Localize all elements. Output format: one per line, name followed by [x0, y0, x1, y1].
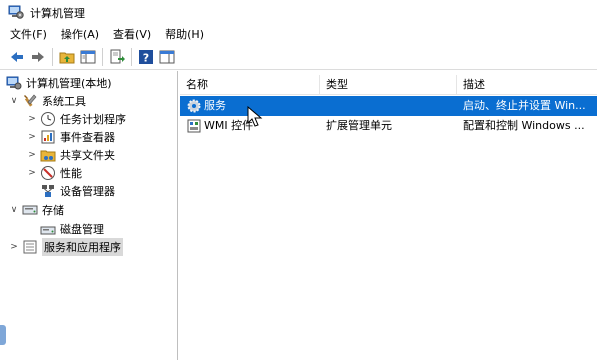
- computer-management-icon: [8, 5, 24, 19]
- show-hide-tree-button[interactable]: [79, 48, 97, 66]
- help-icon: ?: [139, 49, 153, 64]
- tree-item-event-viewer[interactable]: > 事件查看器: [26, 128, 115, 146]
- tree-item-label: 计算机管理(本地): [26, 77, 112, 90]
- cell-type: 扩展管理单元: [326, 119, 392, 132]
- toolbar-separator: [52, 47, 53, 66]
- tree-item-performance[interactable]: > 性能: [26, 164, 82, 182]
- tree-item-device-manager[interactable]: 设备管理器: [40, 182, 115, 200]
- window-title: 计算机管理: [30, 7, 85, 20]
- performance-icon: [40, 165, 56, 181]
- export-list-icon: [110, 49, 125, 63]
- chevron-right-icon[interactable]: >: [26, 150, 38, 160]
- export-list-button[interactable]: [108, 48, 126, 66]
- forward-button[interactable]: [29, 48, 47, 66]
- storage-icon: [22, 202, 38, 218]
- computer-management-icon: [6, 75, 22, 91]
- chevron-right-icon[interactable]: >: [26, 114, 38, 124]
- wmi-control-icon: [187, 119, 201, 133]
- cell-type: [326, 96, 454, 116]
- list-item-services[interactable]: 服务 启动、终止并设置 Win...: [180, 96, 597, 116]
- console-tree: 计算机管理(本地) ∨ 系统工具 > 任务计划程序 > 事件查看器 > 共享文件…: [0, 71, 178, 360]
- chevron-down-icon[interactable]: ∨: [8, 205, 20, 215]
- tree-item-shared-folders[interactable]: > 共享文件夹: [26, 146, 115, 164]
- toolbar: ?: [0, 44, 597, 70]
- properties-icon: [159, 50, 175, 63]
- forward-arrow-icon: [32, 51, 44, 62]
- up-level-button[interactable]: [58, 48, 76, 66]
- tree-item-label: 系统工具: [42, 95, 86, 108]
- chevron-right-icon[interactable]: >: [8, 242, 20, 252]
- up-folder-icon: [59, 52, 75, 63]
- services-apps-icon: [22, 239, 38, 255]
- shared-folder-icon: [40, 147, 56, 163]
- tree-item-label: 存储: [42, 204, 64, 217]
- menu-action[interactable]: 操作(A): [61, 24, 99, 44]
- tree-item-system-tools[interactable]: ∨ 系统工具: [8, 92, 86, 110]
- gear-icon: [187, 99, 201, 113]
- properties-button[interactable]: [158, 48, 176, 66]
- toolbar-separator: [131, 47, 132, 66]
- cell-description: 配置和控制 Windows ...: [463, 119, 585, 132]
- column-header-description[interactable]: 描述: [457, 75, 597, 95]
- tree-item-root[interactable]: 计算机管理(本地): [6, 74, 112, 92]
- svg-text:?: ?: [143, 51, 149, 64]
- tree-item-label: 设备管理器: [60, 185, 115, 198]
- help-button[interactable]: ?: [137, 48, 155, 66]
- mouse-cursor-icon: [247, 106, 263, 127]
- show-hide-tree-icon: [80, 50, 96, 63]
- tree-item-storage[interactable]: ∨ 存储: [8, 201, 64, 219]
- title-bar: 计算机管理: [0, 0, 597, 24]
- back-arrow-icon: [11, 51, 23, 62]
- cell-description: 启动、终止并设置 Win...: [463, 99, 586, 112]
- menu-help[interactable]: 帮助(H): [165, 24, 204, 44]
- menu-view[interactable]: 查看(V): [113, 24, 151, 44]
- back-button[interactable]: [8, 48, 26, 66]
- menu-bar: 文件(F) 操作(A) 查看(V) 帮助(H): [0, 24, 597, 44]
- tree-item-task-scheduler[interactable]: > 任务计划程序: [26, 110, 126, 128]
- tree-item-label: 磁盘管理: [60, 223, 104, 236]
- system-tools-icon: [22, 93, 38, 109]
- list-header: 名称 类型 描述: [180, 75, 597, 95]
- disk-management-icon: [40, 221, 56, 237]
- column-header-type[interactable]: 类型: [320, 75, 457, 95]
- toolbar-separator: [102, 47, 103, 66]
- chevron-right-icon[interactable]: >: [26, 132, 38, 142]
- column-header-name[interactable]: 名称: [180, 75, 320, 95]
- tree-item-label: 服务和应用程序: [42, 238, 123, 256]
- chevron-down-icon[interactable]: ∨: [8, 96, 20, 106]
- clock-icon: [40, 111, 56, 127]
- list-item-wmi-control[interactable]: WMI 控件 扩展管理单元 配置和控制 Windows ...: [180, 116, 597, 136]
- tree-item-label: 任务计划程序: [60, 113, 126, 126]
- details-list: 名称 类型 描述 服务 启动、终止并设置 Win... WMI 控件 扩展管理单…: [180, 71, 597, 360]
- device-manager-icon: [40, 183, 56, 199]
- chevron-right-icon[interactable]: >: [26, 168, 38, 178]
- menu-file[interactable]: 文件(F): [10, 24, 47, 44]
- side-edge-tab: [0, 325, 6, 345]
- tree-item-label: 共享文件夹: [60, 149, 115, 162]
- tree-item-disk-management[interactable]: 磁盘管理: [40, 220, 104, 238]
- tree-item-services-apps[interactable]: > 服务和应用程序: [8, 238, 123, 256]
- tree-item-label: 事件查看器: [60, 131, 115, 144]
- tree-item-label: 性能: [60, 167, 82, 180]
- event-viewer-icon: [40, 129, 56, 145]
